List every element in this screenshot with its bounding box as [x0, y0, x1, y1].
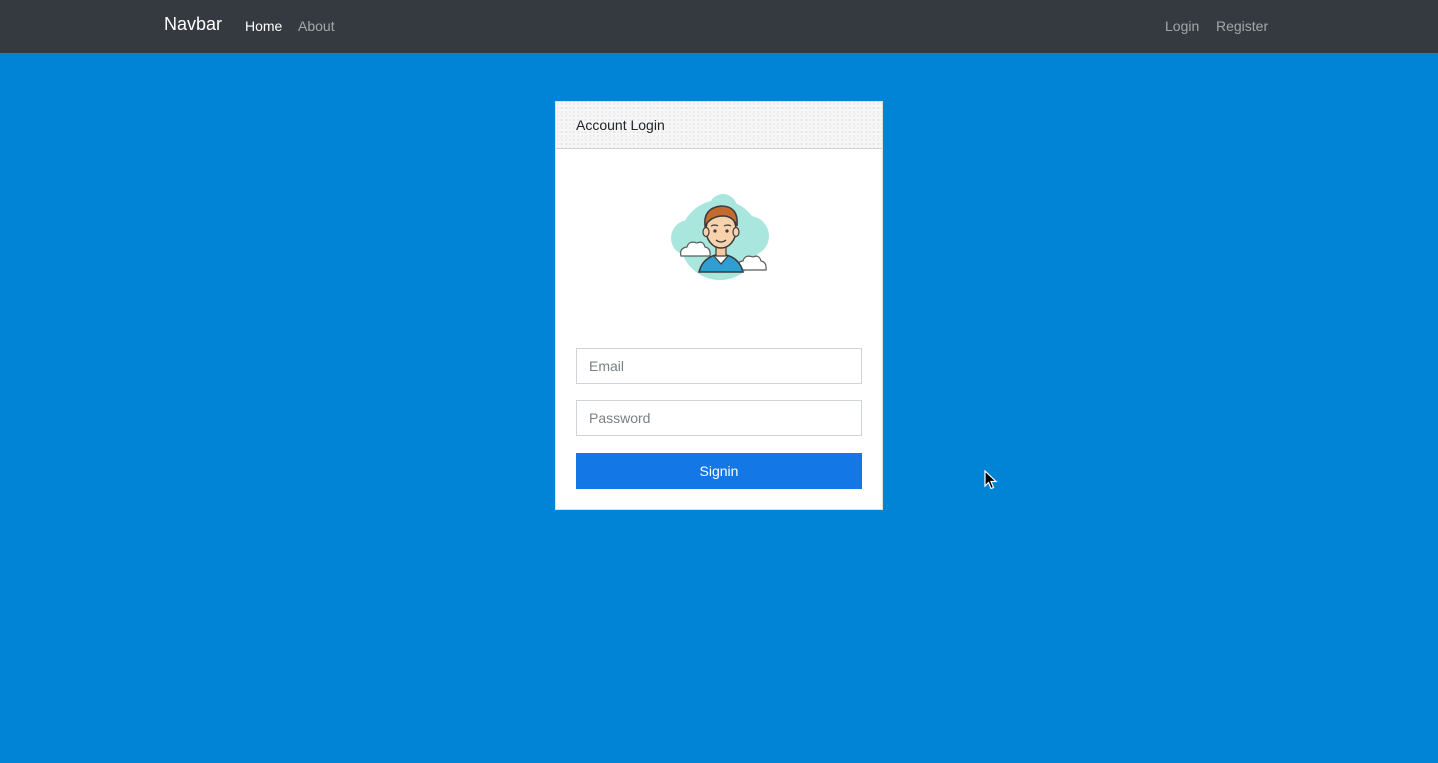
- user-avatar-icon: [671, 194, 769, 280]
- nav-link-home[interactable]: Home: [245, 18, 282, 34]
- navbar-brand[interactable]: Navbar: [164, 14, 222, 35]
- login-card-header: Account Login: [556, 102, 882, 149]
- nav-link-login[interactable]: Login: [1165, 18, 1199, 34]
- email-field[interactable]: [576, 348, 862, 384]
- mouse-cursor-icon: [984, 470, 998, 490]
- login-card-title: Account Login: [576, 117, 665, 133]
- nav-link-about[interactable]: About: [298, 18, 335, 34]
- top-navbar: Navbar Home About Login Register: [0, 0, 1438, 53]
- password-field[interactable]: [576, 400, 862, 436]
- signin-button[interactable]: Signin: [576, 453, 862, 489]
- nav-link-register[interactable]: Register: [1216, 18, 1268, 34]
- login-card: Account Login Signin: [555, 101, 883, 510]
